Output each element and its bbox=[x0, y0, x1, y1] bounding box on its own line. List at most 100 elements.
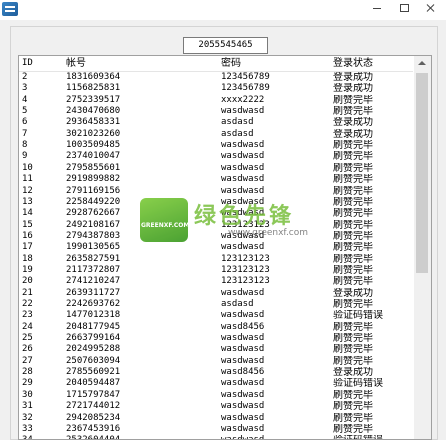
cell-id: 2 bbox=[22, 72, 28, 82]
cell-id: 26 bbox=[22, 344, 33, 355]
cell-password: wasdwasd bbox=[221, 196, 265, 207]
cell-id: 27 bbox=[22, 355, 33, 366]
table-row[interactable]: 33 2367453916 wasdwasd 刷赞完毕 bbox=[19, 424, 413, 435]
cell-status: 刷赞完毕 bbox=[333, 401, 373, 413]
cell-password: wasdwasd bbox=[221, 378, 265, 389]
vertical-scrollbar[interactable] bbox=[414, 56, 431, 439]
table-row[interactable]: 9 2374010047 wasdwasd 刷赞完毕 bbox=[19, 151, 413, 162]
cell-password: 123456789 bbox=[221, 83, 270, 94]
table-row[interactable]: 19 2117372807 123123123 刷赞完毕 bbox=[19, 265, 413, 276]
table-row[interactable]: 17 1990130565 wasdwasd 刷赞完毕 bbox=[19, 242, 413, 253]
cell-account: 1831609364 bbox=[66, 72, 121, 82]
cell-id: 4 bbox=[22, 94, 28, 105]
table-row[interactable]: 13 2258449220 wasdwasd 刷赞完毕 bbox=[19, 197, 413, 208]
cell-status: 登录成功 bbox=[333, 72, 373, 83]
cell-account: 2721744012 bbox=[66, 401, 121, 412]
list-header: ID 帐号 密码 登录状态 bbox=[19, 56, 413, 72]
cell-password: wasdwasd bbox=[221, 242, 265, 253]
cell-status: 登录成功 bbox=[333, 367, 373, 379]
cell-id: 16 bbox=[22, 230, 33, 241]
table-row[interactable]: 29 2040594487 wasdwasd 验证码错误 bbox=[19, 378, 413, 389]
column-header-account[interactable]: 帐号 bbox=[66, 57, 216, 70]
cell-id: 7 bbox=[22, 128, 28, 139]
cell-id: 19 bbox=[22, 264, 33, 275]
cell-status: 刷赞完毕 bbox=[333, 264, 373, 276]
cell-id: 5 bbox=[22, 106, 28, 117]
cell-account: 2942085234 bbox=[66, 412, 121, 423]
cell-status: 刷赞完毕 bbox=[333, 299, 373, 310]
cell-account: 1715797847 bbox=[66, 389, 121, 400]
minimize-icon[interactable] bbox=[366, 0, 388, 16]
cell-password: wasdwasd bbox=[221, 344, 265, 355]
cell-id: 31 bbox=[22, 401, 33, 412]
table-row[interactable]: 26 2024995288 wasdwasd 刷赞完毕 bbox=[19, 344, 413, 355]
cell-status: 刷赞完毕 bbox=[333, 242, 373, 254]
table-row[interactable]: 20 2741210247 123123123 刷赞完毕 bbox=[19, 276, 413, 287]
cell-password: asdasd bbox=[221, 299, 254, 309]
cell-account: 2242693762 bbox=[66, 299, 121, 309]
cell-password: wasdwasd bbox=[221, 423, 265, 434]
scrollbar-thumb[interactable] bbox=[416, 73, 428, 273]
table-row[interactable]: 25 2663799164 wasdwasd 刷赞完毕 bbox=[19, 333, 413, 344]
table-row[interactable]: 15 2492108167 123123123 刷赞完毕 bbox=[19, 220, 413, 231]
cell-status: 登录成功 bbox=[333, 128, 373, 140]
cell-account: 2430470680 bbox=[66, 106, 121, 117]
table-row[interactable]: 11 2919899882 wasdwasd 刷赞完毕 bbox=[19, 174, 413, 185]
table-row[interactable]: 24 2048177945 wasd8456 刷赞完毕 bbox=[19, 322, 413, 333]
table-row[interactable]: 4 2752339517 xxxx2222 刷赞完毕 bbox=[19, 95, 413, 106]
table-row[interactable]: 27 2507603094 wasdwasd 刷赞完毕 bbox=[19, 356, 413, 367]
account-list[interactable]: ID 帐号 密码 登录状态 2 1831609364 123456789 登录成功 3 1… bbox=[18, 55, 432, 440]
cell-account: 2741210247 bbox=[66, 276, 121, 287]
cell-id: 20 bbox=[22, 276, 33, 287]
table-row[interactable]: 3 1156825831 123456789 登录成功 bbox=[19, 83, 413, 94]
table-row[interactable]: 8 1003509485 wasdwasd 刷赞完毕 bbox=[19, 140, 413, 151]
cell-id: 28 bbox=[22, 367, 33, 378]
cell-account: 2024995288 bbox=[66, 344, 121, 355]
cell-status: 刷赞完毕 bbox=[333, 276, 373, 288]
cell-account: 1990130565 bbox=[66, 242, 121, 253]
table-row[interactable]: 23 1477012318 wasdwasd 验证码错误 bbox=[19, 310, 413, 321]
cell-id: 30 bbox=[22, 389, 33, 400]
cell-status: 登录成功 bbox=[333, 287, 373, 299]
cell-status: 刷赞完毕 bbox=[333, 196, 373, 208]
table-row[interactable]: 30 1715797847 wasdwasd 刷赞完毕 bbox=[19, 390, 413, 401]
column-header-status[interactable]: 登录状态 bbox=[333, 57, 413, 70]
cell-account: 2791169156 bbox=[66, 185, 121, 196]
table-row[interactable]: 16 2794387803 wasdwasd 刷赞完毕 bbox=[19, 231, 413, 242]
table-row[interactable]: 5 2430470680 wasdwasd 刷赞完毕 bbox=[19, 106, 413, 117]
column-header-id[interactable]: ID bbox=[22, 57, 62, 70]
cell-password: wasdwasd bbox=[221, 162, 265, 173]
cell-id: 8 bbox=[22, 140, 28, 151]
cell-id: 33 bbox=[22, 423, 33, 434]
cell-password: wasdwasd bbox=[221, 401, 265, 412]
table-row[interactable]: 7 3021023260 asdasd 登录成功 bbox=[19, 129, 413, 140]
cell-status: 登录成功 bbox=[333, 83, 373, 95]
cell-status: 验证码错误 bbox=[333, 310, 383, 322]
cell-id: 15 bbox=[22, 219, 33, 230]
table-row[interactable]: 10 2795855601 wasdwasd 刷赞完毕 bbox=[19, 163, 413, 174]
cell-status: 刷赞完毕 bbox=[333, 230, 373, 242]
cell-account: 2117372807 bbox=[66, 264, 121, 275]
column-header-password[interactable]: 密码 bbox=[221, 57, 329, 70]
table-row[interactable]: 6 2936458331 asdasd 登录成功 bbox=[19, 117, 413, 128]
table-row[interactable]: 21 2639311727 wasdwasd 登录成功 bbox=[19, 288, 413, 299]
table-row[interactable]: 22 2242693762 asdasd 刷赞完毕 bbox=[19, 299, 413, 310]
close-icon[interactable] bbox=[418, 0, 444, 16]
cell-password: wasdwasd bbox=[221, 140, 265, 151]
cell-account: 2795855601 bbox=[66, 162, 121, 173]
table-row[interactable]: 31 2721744012 wasdwasd 刷赞完毕 bbox=[19, 401, 413, 412]
table-row[interactable]: 28 2785560921 wasd8456 登录成功 bbox=[19, 367, 413, 378]
table-row[interactable]: 32 2942085234 wasdwasd 刷赞完毕 bbox=[19, 413, 413, 424]
cell-password: asdasd bbox=[221, 117, 254, 128]
table-row[interactable]: 14 2928762667 wasdwasd 刷赞完毕 bbox=[19, 208, 413, 219]
table-row[interactable]: 12 2791169156 wasdwasd 刷赞完毕 bbox=[19, 186, 413, 197]
scroll-up-arrow-icon[interactable] bbox=[418, 61, 426, 65]
table-row[interactable]: 2 1831609364 123456789 登录成功 bbox=[19, 72, 413, 83]
maximize-icon[interactable] bbox=[393, 0, 415, 16]
cell-id: 9 bbox=[22, 151, 28, 162]
cell-id: 11 bbox=[22, 174, 33, 185]
counter-field[interactable]: 2055545465 bbox=[183, 37, 268, 54]
cell-status: 刷赞完毕 bbox=[333, 162, 373, 174]
table-row[interactable]: 18 2635827591 123123123 刷赞完毕 bbox=[19, 254, 413, 265]
cell-account: 2258449220 bbox=[66, 196, 121, 207]
